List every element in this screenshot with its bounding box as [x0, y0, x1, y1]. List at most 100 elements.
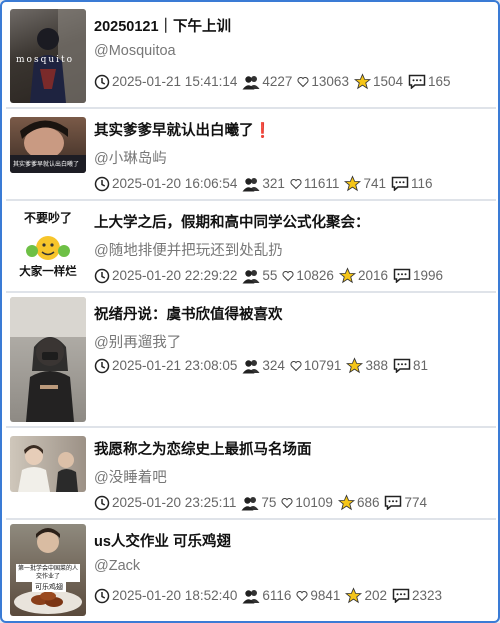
- thumbnail-bottom-text: 大家一样烂: [19, 266, 77, 278]
- favorite-count: 1504: [372, 74, 403, 89]
- feed-item[interactable]: 不要吵了 大家一样烂 上大学之后，假期和高中同学公式化聚会： @随地排便并把玩还…: [6, 201, 496, 293]
- clock-icon: [94, 74, 110, 89]
- like-count: 11611: [303, 176, 340, 191]
- post-stats: 2025-01-20 18:52:40 6116 9841 202 2323: [94, 587, 490, 604]
- comment-count: 116: [410, 176, 433, 191]
- comment-icon[interactable]: [392, 588, 410, 603]
- comment-count: 1996: [412, 268, 444, 283]
- post-author[interactable]: @Zack: [94, 558, 140, 574]
- view-count: 55: [262, 268, 278, 283]
- comment-icon[interactable]: [384, 495, 402, 510]
- video-thumbnail[interactable]: 其实爹爹早就认出白曦了: [10, 117, 86, 173]
- star-icon[interactable]: [346, 357, 364, 374]
- post-author[interactable]: @小琳岛屿: [94, 147, 167, 168]
- heart-icon[interactable]: [290, 360, 302, 372]
- viewers-icon: [242, 359, 260, 373]
- clock-icon: [94, 358, 110, 373]
- viewers-icon: [242, 269, 260, 283]
- feed-item[interactable]: 祝绪丹说：虞书欣值得被喜欢 @别再遛我了 2025-01-21 23:08:05…: [6, 293, 496, 428]
- comment-icon[interactable]: [393, 268, 411, 283]
- exclamation-icon: ❗: [253, 123, 272, 139]
- comment-count: 165: [428, 74, 451, 89]
- feed-item[interactable]: 我愿称之为恋综史上最抓马名场面 @没睡着吧 2025-01-20 23:25:1…: [6, 428, 496, 520]
- view-count: 321: [262, 176, 285, 191]
- view-count: 75: [261, 495, 277, 510]
- video-feed-list: mosquito 20250121｜下午上训 @Mosquitoa 2025-0…: [6, 5, 496, 618]
- heart-icon[interactable]: [296, 590, 308, 602]
- like-count: 10791: [303, 358, 342, 373]
- post-stats: 2025-01-20 22:29:22 55 10826 2016 1996: [94, 267, 490, 284]
- post-stats: 2025-01-20 23:25:11 75 10109 686 774: [94, 494, 490, 511]
- heart-icon[interactable]: [281, 497, 293, 509]
- post-author[interactable]: @随地排便并把玩还到处乱扔: [94, 239, 283, 260]
- post-author[interactable]: @别再遛我了: [94, 331, 181, 352]
- video-thumbnail[interactable]: [10, 436, 86, 492]
- heart-icon[interactable]: [282, 270, 294, 282]
- like-count: 10109: [295, 495, 333, 510]
- viewers-icon: [241, 496, 259, 510]
- comment-icon[interactable]: [391, 176, 409, 191]
- like-count: 10826: [296, 268, 334, 283]
- heart-icon[interactable]: [290, 178, 302, 190]
- post-title[interactable]: 20250121｜下午上训: [94, 15, 490, 36]
- viewers-icon: [242, 589, 260, 603]
- like-count: 9841: [310, 588, 341, 603]
- favorite-count: 686: [356, 495, 380, 510]
- favorite-count: 2016: [357, 268, 388, 283]
- star-icon[interactable]: [353, 73, 371, 90]
- star-icon[interactable]: [345, 587, 363, 604]
- thumbnail-caption: mosquito: [16, 55, 75, 65]
- favorite-count: 741: [363, 176, 386, 191]
- comment-icon[interactable]: [408, 74, 426, 89]
- thumbnail-caption: 其实爹爹早就认出白曦了: [13, 162, 80, 168]
- video-thumbnail[interactable]: 不要吵了 大家一样烂: [10, 205, 86, 285]
- video-thumbnail[interactable]: [10, 297, 86, 422]
- comment-icon[interactable]: [393, 358, 411, 373]
- clock-icon: [94, 495, 110, 510]
- post-stats: 2025-01-21 23:08:05 324 10791 388 81: [94, 357, 490, 374]
- favorite-count: 202: [364, 588, 387, 603]
- post-time: 2025-01-20 18:52:40: [112, 588, 238, 603]
- thumbnail-top-text: 第一批学会中国菜的人交作业了: [16, 564, 80, 582]
- comment-count: 81: [412, 358, 428, 373]
- post-title[interactable]: us人交作业 可乐鸡翅: [94, 530, 490, 551]
- app-window: mosquito 20250121｜下午上训 @Mosquitoa 2025-0…: [0, 0, 500, 623]
- clock-icon: [94, 176, 110, 191]
- post-author[interactable]: @没睡着吧: [94, 466, 167, 487]
- thumbnail-figure-graphic: [10, 297, 86, 422]
- star-icon[interactable]: [344, 175, 362, 192]
- post-title-text: 其实爹爹早就认出白曦了: [94, 123, 254, 139]
- viewers-icon: [242, 75, 260, 89]
- feed-item[interactable]: 其实爹爹早就认出白曦了 其实爹爹早就认出白曦了❗ @小琳岛屿 2025-01-2…: [6, 109, 496, 201]
- post-title[interactable]: 上大学之后，假期和高中同学公式化聚会：: [94, 211, 490, 232]
- post-title[interactable]: 其实爹爹早就认出白曦了❗: [94, 119, 490, 140]
- comment-count: 2323: [411, 588, 443, 603]
- post-stats: 2025-01-21 15:41:14 4227 13063 1504 165: [94, 73, 490, 90]
- thumbnail-scene-graphic: [18, 445, 78, 492]
- favorite-count: 388: [365, 358, 388, 373]
- post-time: 2025-01-21 15:41:14: [112, 74, 238, 89]
- view-count: 4227: [262, 74, 293, 89]
- clock-icon: [94, 588, 110, 603]
- comment-count: 774: [404, 495, 427, 510]
- heart-icon[interactable]: [297, 76, 309, 88]
- post-author[interactable]: @Mosquitoa: [94, 43, 176, 59]
- post-time: 2025-01-21 23:08:05: [112, 358, 238, 373]
- video-thumbnail[interactable]: 第一批学会中国菜的人交作业了 可乐鸡翅: [10, 524, 86, 616]
- viewers-icon: [242, 177, 260, 191]
- post-title[interactable]: 祝绪丹说：虞书欣值得被喜欢: [94, 303, 490, 324]
- video-thumbnail[interactable]: mosquito: [10, 9, 86, 103]
- post-time: 2025-01-20 16:06:54: [112, 176, 238, 191]
- post-title[interactable]: 我愿称之为恋综史上最抓马名场面: [94, 438, 490, 459]
- like-count: 13063: [311, 74, 349, 89]
- thumbnail-bottom-text: 可乐鸡翅: [32, 582, 66, 592]
- view-count: 6116: [262, 588, 292, 603]
- post-stats: 2025-01-20 16:06:54 321 11611 741 116: [94, 175, 490, 192]
- post-time: 2025-01-20 22:29:22: [112, 268, 238, 283]
- clock-icon: [94, 268, 110, 283]
- star-icon[interactable]: [337, 494, 355, 511]
- feed-item[interactable]: mosquito 20250121｜下午上训 @Mosquitoa 2025-0…: [6, 5, 496, 109]
- star-icon[interactable]: [338, 267, 356, 284]
- post-time: 2025-01-20 23:25:11: [112, 495, 237, 510]
- feed-item[interactable]: 第一批学会中国菜的人交作业了 可乐鸡翅 us人交作业 可乐鸡翅 @Zack 20…: [6, 520, 496, 618]
